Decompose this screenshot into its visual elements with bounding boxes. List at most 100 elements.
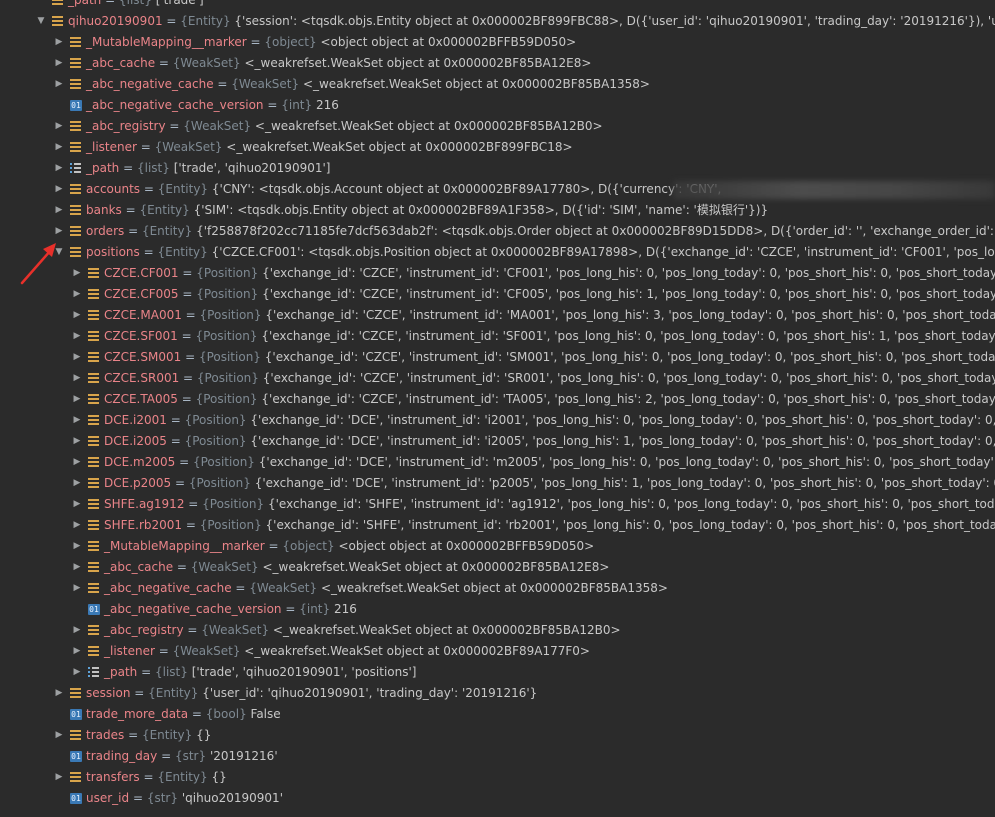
- expand-arrow-icon[interactable]: ▶: [54, 32, 64, 53]
- tree-row[interactable]: ▶ _listener = {WeakSet} <_weakrefset.Weak…: [0, 641, 995, 662]
- tree-row[interactable]: 01 user_id = {str} 'qihuo20190901': [0, 788, 995, 809]
- tree-row[interactable]: ▶ CZCE.SF001 = {Position} {'exchange_id':…: [0, 326, 995, 347]
- tree-row[interactable]: ▶ CZCE.CF005 = {Position} {'exchange_id':…: [0, 284, 995, 305]
- tree-row-text: DCE.p2005 = {Position} {'exchange_id': '…: [104, 473, 995, 494]
- primitive-icon: 01: [88, 604, 100, 615]
- collapse-arrow-icon[interactable]: ▼: [36, 11, 46, 32]
- tree-row[interactable]: ▶ _abc_cache = {WeakSet} <_weakrefset.Wea…: [0, 53, 995, 74]
- expand-arrow-icon[interactable]: ▶: [72, 284, 82, 305]
- expand-arrow-icon[interactable]: ▶: [72, 641, 82, 662]
- variable-type: {WeakSet}: [201, 623, 270, 637]
- tree-row[interactable]: _path = {list} ['trade']: [0, 0, 995, 11]
- variable-name: _abc_registry: [86, 119, 166, 133]
- expand-arrow-icon[interactable]: ▶: [72, 263, 82, 284]
- tree-row[interactable]: 01 trading_day = {str} '20191216': [0, 746, 995, 767]
- expand-arrow-icon[interactable]: ▶: [72, 410, 82, 431]
- tree-row[interactable]: ▶ CZCE.SR001 = {Position} {'exchange_id':…: [0, 368, 995, 389]
- tree-row-text: _listener = {WeakSet} <_weakrefset.WeakS…: [86, 140, 573, 154]
- expand-arrow-icon[interactable]: ▶: [54, 683, 64, 704]
- expand-arrow-icon[interactable]: ▶: [72, 368, 82, 389]
- tree-row[interactable]: ▶ orders = {Entity} {'f258878f202cc71185f…: [0, 221, 995, 242]
- expand-arrow-icon[interactable]: ▶: [72, 305, 82, 326]
- tree-row-text: _abc_negative_cache_version = {int} 216: [104, 602, 357, 616]
- variable-name: _abc_negative_cache: [104, 581, 232, 595]
- variable-name: trades: [86, 728, 125, 742]
- tree-row[interactable]: ▶ session = {Entity} {'user_id': 'qihuo20…: [0, 683, 995, 704]
- tree-row[interactable]: ▶ _path = {list} ['trade', 'qihuo20190901…: [0, 158, 995, 179]
- expand-arrow-icon[interactable]: ▶: [72, 620, 82, 641]
- variable-name: qihuo20190901: [68, 14, 163, 28]
- tree-row[interactable]: ▶ _MutableMapping__marker = {object} <obj…: [0, 536, 995, 557]
- tree-row[interactable]: ▶ SHFE.rb2001 = {Position} {'exchange_id'…: [0, 515, 995, 536]
- tree-row[interactable]: ▶ trades = {Entity} {}: [0, 725, 995, 746]
- tree-row[interactable]: ▶ CZCE.SM001 = {Position} {'exchange_id':…: [0, 347, 995, 368]
- expand-arrow-icon[interactable]: ▶: [72, 347, 82, 368]
- expand-arrow-icon[interactable]: ▶: [72, 431, 82, 452]
- tree-row[interactable]: 01 trade_more_data = {bool} False: [0, 704, 995, 725]
- object-icon: [70, 37, 81, 48]
- tree-row[interactable]: ▶ DCE.p2005 = {Position} {'exchange_id': …: [0, 473, 995, 494]
- tree-row[interactable]: ▶ _abc_negative_cache = {WeakSet} <_weakr…: [0, 578, 995, 599]
- variable-value: 216: [315, 98, 339, 112]
- variable-value: ['trade']: [155, 0, 204, 7]
- tree-row[interactable]: ▶ _abc_registry = {WeakSet} <_weakrefset.…: [0, 116, 995, 137]
- expand-arrow-icon[interactable]: ▶: [54, 137, 64, 158]
- variable-name: _abc_registry: [104, 623, 184, 637]
- expand-arrow-icon[interactable]: ▶: [54, 179, 64, 200]
- expand-arrow-icon[interactable]: ▶: [72, 515, 82, 536]
- tree-row[interactable]: ▶ DCE.i2001 = {Position} {'exchange_id': …: [0, 410, 995, 431]
- expand-arrow-icon[interactable]: ▶: [72, 662, 82, 683]
- tree-row[interactable]: ▶ DCE.i2005 = {Position} {'exchange_id': …: [0, 431, 995, 452]
- tree-row[interactable]: 01 _abc_negative_cache_version = {int} 21…: [0, 599, 995, 620]
- expand-arrow-icon[interactable]: ▶: [54, 116, 64, 137]
- tree-row[interactable]: ▶ transfers = {Entity} {}: [0, 767, 995, 788]
- variable-name: CZCE.MA001: [104, 308, 182, 322]
- tree-row[interactable]: 01 _abc_negative_cache_version = {int} 21…: [0, 95, 995, 116]
- expand-arrow-icon[interactable]: ▶: [54, 74, 64, 95]
- tree-row[interactable]: ▶ _abc_negative_cache = {WeakSet} <_weakr…: [0, 74, 995, 95]
- variable-type: {Position}: [199, 518, 262, 532]
- tree-row[interactable]: ▶ CZCE.CF001 = {Position} {'exchange_id':…: [0, 263, 995, 284]
- object-icon: [70, 730, 81, 741]
- tree-row[interactable]: ▶ SHFE.ag1912 = {Position} {'exchange_id'…: [0, 494, 995, 515]
- variable-name: banks: [86, 203, 122, 217]
- expand-arrow-icon[interactable]: ▶: [54, 53, 64, 74]
- object-icon: [70, 205, 81, 216]
- expand-arrow-icon[interactable]: ▶: [72, 452, 82, 473]
- expand-arrow-icon[interactable]: ▶: [72, 494, 82, 515]
- tree-row[interactable]: ▼ positions = {Entity} {'CZCE.CF001': <tq…: [0, 242, 995, 263]
- expand-arrow-icon[interactable]: ▶: [54, 725, 64, 746]
- tree-row[interactable]: ▼ qihuo20190901 = {Entity} {'session': <t…: [0, 11, 995, 32]
- tree-row[interactable]: ▶ DCE.m2005 = {Position} {'exchange_id': …: [0, 452, 995, 473]
- variable-type: {Position}: [196, 266, 259, 280]
- variable-value: <_weakrefset.WeakSet object at 0x000002B…: [262, 560, 610, 574]
- expand-arrow-icon[interactable]: ▶: [54, 158, 64, 179]
- expand-arrow-icon[interactable]: ▶: [72, 326, 82, 347]
- expand-arrow-icon[interactable]: ▶: [72, 578, 82, 599]
- variable-value: {}: [196, 728, 212, 742]
- tree-row-text: CZCE.CF001 = {Position} {'exchange_id': …: [104, 263, 995, 284]
- tree-row[interactable]: ▶ banks = {Entity} {'SIM': <tqsdk.objs.En…: [0, 200, 995, 221]
- tree-row[interactable]: ▶ _listener = {WeakSet} <_weakrefset.Weak…: [0, 137, 995, 158]
- variable-type: {Entity}: [157, 245, 208, 259]
- expand-arrow-icon[interactable]: ▶: [72, 473, 82, 494]
- expand-arrow-icon[interactable]: ▶: [54, 767, 64, 788]
- variable-value: 216: [333, 602, 357, 616]
- variable-type: {Position}: [196, 287, 259, 301]
- tree-row-text: _path = {list} ['trade', 'qihuo20190901'…: [86, 161, 331, 175]
- expand-arrow-icon[interactable]: ▶: [54, 221, 64, 242]
- variable-type: {Entity}: [148, 686, 199, 700]
- expand-arrow-icon[interactable]: ▶: [72, 536, 82, 557]
- tree-row[interactable]: ▶ CZCE.MA001 = {Position} {'exchange_id':…: [0, 305, 995, 326]
- object-icon: [88, 436, 99, 447]
- expand-arrow-icon[interactable]: ▶: [54, 200, 64, 221]
- variable-name: CZCE.SR001: [104, 371, 180, 385]
- expand-arrow-icon[interactable]: ▶: [72, 389, 82, 410]
- variable-name: CZCE.CF001: [104, 266, 179, 280]
- tree-row[interactable]: ▶ CZCE.TA005 = {Position} {'exchange_id':…: [0, 389, 995, 410]
- expand-arrow-icon[interactable]: ▶: [72, 557, 82, 578]
- tree-row[interactable]: ▶ _abc_registry = {WeakSet} <_weakrefset.…: [0, 620, 995, 641]
- tree-row[interactable]: ▶ _path = {list} ['trade', 'qihuo20190901…: [0, 662, 995, 683]
- tree-row[interactable]: ▶ _MutableMapping__marker = {object} <obj…: [0, 32, 995, 53]
- tree-row[interactable]: ▶ _abc_cache = {WeakSet} <_weakrefset.Wea…: [0, 557, 995, 578]
